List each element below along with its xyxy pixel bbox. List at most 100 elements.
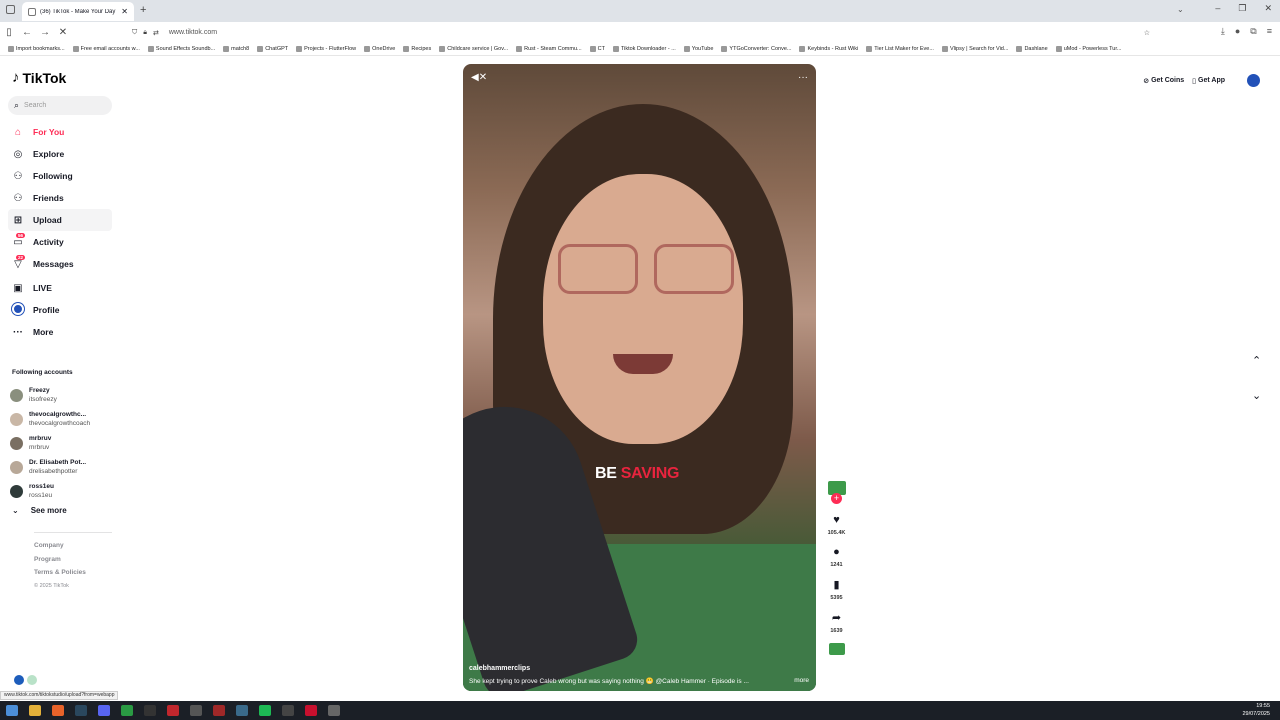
bookmark-item[interactable]: CT — [589, 46, 605, 52]
tab-list-chevron-icon[interactable]: ⌄ — [1177, 5, 1184, 14]
bookmark-item[interactable]: ChatGPT — [257, 46, 288, 52]
xbox-icon[interactable] — [121, 705, 133, 716]
bookmark-item[interactable]: Sound Effects Soundb... — [147, 46, 215, 52]
tab-overview-icon[interactable] — [6, 5, 15, 14]
bookmark-item[interactable]: Tiktok Downloader - ... — [612, 46, 676, 52]
get-app-button[interactable]: ▯ Get App — [1192, 77, 1225, 85]
app-icon-11[interactable] — [236, 705, 248, 716]
sidebar-item-profile[interactable]: Profile — [8, 299, 112, 321]
minimize-icon[interactable]: – — [1215, 3, 1220, 14]
share-button[interactable]: ➦ 1639 — [830, 611, 842, 634]
footer-program-link[interactable]: Program — [34, 553, 86, 567]
video-player[interactable]: BE SAVING ◀︎✕ ··· calebhammerclips She k… — [463, 64, 816, 691]
sidebar-item-messages[interactable]: ▽ 22 Messages — [8, 253, 112, 275]
save-button[interactable]: ▮ 5395 — [830, 578, 842, 601]
helper-green-icon[interactable] — [27, 675, 37, 685]
menu-icon[interactable]: ≡ — [1267, 26, 1272, 37]
video-more-button[interactable]: more — [794, 677, 809, 685]
spotify-icon[interactable] — [259, 705, 271, 716]
video-more-options-icon[interactable]: ··· — [798, 72, 808, 83]
app-icon-13[interactable] — [282, 705, 294, 716]
forward-button[interactable]: → — [36, 27, 54, 38]
app-icon-9[interactable] — [190, 705, 202, 716]
bookmark-item[interactable]: Recipes — [403, 46, 431, 52]
bookmark-item[interactable]: match8 — [223, 46, 249, 52]
sidebar-item-explore[interactable]: ◎ Explore — [8, 143, 112, 165]
bookmark-item[interactable]: Tier List Maker for Eve... — [866, 46, 934, 52]
helper-blue-icon[interactable] — [14, 675, 24, 685]
bookmark-item[interactable]: YouTube — [683, 46, 713, 52]
sidebar-item-upload[interactable]: ⊞ Upload — [8, 209, 112, 231]
extensions-icon[interactable]: ⧉ — [1250, 26, 1256, 37]
file-explorer-icon[interactable] — [29, 705, 41, 716]
search-input[interactable]: ⌕ Search — [8, 96, 112, 115]
music-disc-icon[interactable] — [828, 643, 845, 655]
start-windows-icon[interactable] — [6, 705, 18, 716]
comment-button[interactable]: ● 1241 — [830, 546, 842, 568]
get-coins-button[interactable]: ⊘ Get Coins — [1143, 77, 1184, 85]
bookmark-item[interactable]: Childcare service | Gov... — [439, 46, 508, 52]
bookmark-item[interactable]: YTGoConverter: Conve... — [721, 46, 791, 52]
app-icon-8[interactable] — [167, 705, 179, 716]
app-icon-15[interactable] — [328, 705, 340, 716]
see-more-button[interactable]: ⌄ See more — [12, 506, 67, 515]
account-username: drelisabethpotter — [29, 468, 78, 475]
previous-video-chevron-up-icon[interactable]: ⌃ — [1252, 354, 1261, 367]
bookmark-favicon-icon — [147, 46, 154, 52]
lock-icon[interactable]: 🔒︎ — [143, 29, 147, 37]
sidebar-item-following[interactable]: ⚇ Following — [8, 165, 112, 187]
next-video-chevron-down-icon[interactable]: ⌄ — [1252, 389, 1261, 402]
app-icon-10[interactable] — [213, 705, 225, 716]
follow-plus-icon[interactable]: + — [831, 493, 842, 504]
profile-avatar[interactable] — [1247, 74, 1260, 87]
browser-tab[interactable]: (36) TikTok - Make Your Day ✕ — [22, 2, 134, 21]
like-button[interactable]: ♥ 105.4K — [828, 514, 846, 536]
bookmark-item[interactable]: Dashlane — [1016, 46, 1048, 52]
sidebar-item-activity[interactable]: ▭ 56 Activity — [8, 231, 112, 253]
bookmark-item[interactable]: Import bookmarks... — [8, 46, 65, 52]
following-account-item[interactable]: Freezy itsofreezy — [10, 383, 120, 407]
bookmark-item[interactable]: Free email accounts w... — [72, 46, 140, 52]
tiktok-logo[interactable]: ♪ TikTok — [12, 69, 66, 86]
bookmark-item[interactable]: OneDrive — [364, 46, 395, 52]
following-account-item[interactable]: Dr. Elisabeth Pot... drelisabethpotter — [10, 455, 120, 479]
following-account-item[interactable]: mrbruv mrbruv — [10, 431, 120, 455]
restore-icon[interactable]: ❐ — [1238, 3, 1246, 14]
close-tab-icon[interactable]: ✕ — [121, 7, 128, 16]
bookmark-label: Import bookmarks... — [16, 46, 65, 52]
loading-stop-icon[interactable]: ✕ — [54, 27, 72, 38]
account-icon[interactable]: ● — [1235, 26, 1240, 37]
footer-terms-link[interactable]: Terms & Policies — [34, 566, 86, 580]
bookmark-star-icon[interactable]: ☆ — [1144, 29, 1150, 37]
url-text[interactable]: www.tiktok.com — [169, 29, 217, 36]
following-account-item[interactable]: ross1eu ross1eu — [10, 479, 120, 503]
bookmark-item[interactable]: uMod - Powerless Tur... — [1055, 46, 1121, 52]
bookmark-item[interactable]: Rust - Steam Commu... — [516, 46, 582, 52]
downloads-icon[interactable]: ⤓ — [1221, 26, 1225, 37]
app-icon-7[interactable] — [144, 705, 156, 716]
address-bar[interactable]: ⛉ 🔒︎ ⇄ www.tiktok.com ☆ — [132, 24, 1150, 41]
new-tab-button[interactable]: + — [140, 4, 146, 16]
sidebar-item-live[interactable]: ▣ LIVE — [8, 277, 112, 299]
firefox-icon[interactable] — [52, 705, 64, 716]
footer-company-link[interactable]: Company — [34, 539, 86, 553]
following-icon: ⚇ — [13, 170, 23, 182]
close-window-icon[interactable]: ✕ — [1264, 3, 1272, 14]
permissions-icon[interactable]: ⇄ — [153, 29, 159, 37]
mute-icon[interactable]: ◀︎✕ — [471, 72, 487, 83]
sidebar-toggle-icon[interactable]: ▯ — [0, 27, 18, 38]
sidebar-item-friends[interactable]: ⚇ Friends — [8, 187, 112, 209]
account-display-name: ross1eu — [29, 483, 54, 490]
bookmark-item[interactable]: Keybinds - Rust Wiki — [799, 46, 858, 52]
back-button[interactable]: ← — [18, 27, 36, 38]
following-account-item[interactable]: thevocalgrowthc... thevocalgrowthcoach — [10, 407, 120, 431]
video-author[interactable]: calebhammerclips — [469, 665, 809, 672]
app-icon-14[interactable] — [305, 705, 317, 716]
bookmark-item[interactable]: Projects - FlutterFlow — [296, 46, 356, 52]
sidebar-item-for-you[interactable]: ⌂ For You — [8, 121, 112, 143]
discord-icon[interactable] — [98, 705, 110, 716]
bookmark-item[interactable]: Vlipsy | Search for Vid... — [941, 46, 1008, 52]
shield-icon[interactable]: ⛉ — [132, 29, 137, 37]
steam-icon[interactable] — [75, 705, 87, 716]
sidebar-item-more[interactable]: ··· More — [8, 321, 112, 343]
